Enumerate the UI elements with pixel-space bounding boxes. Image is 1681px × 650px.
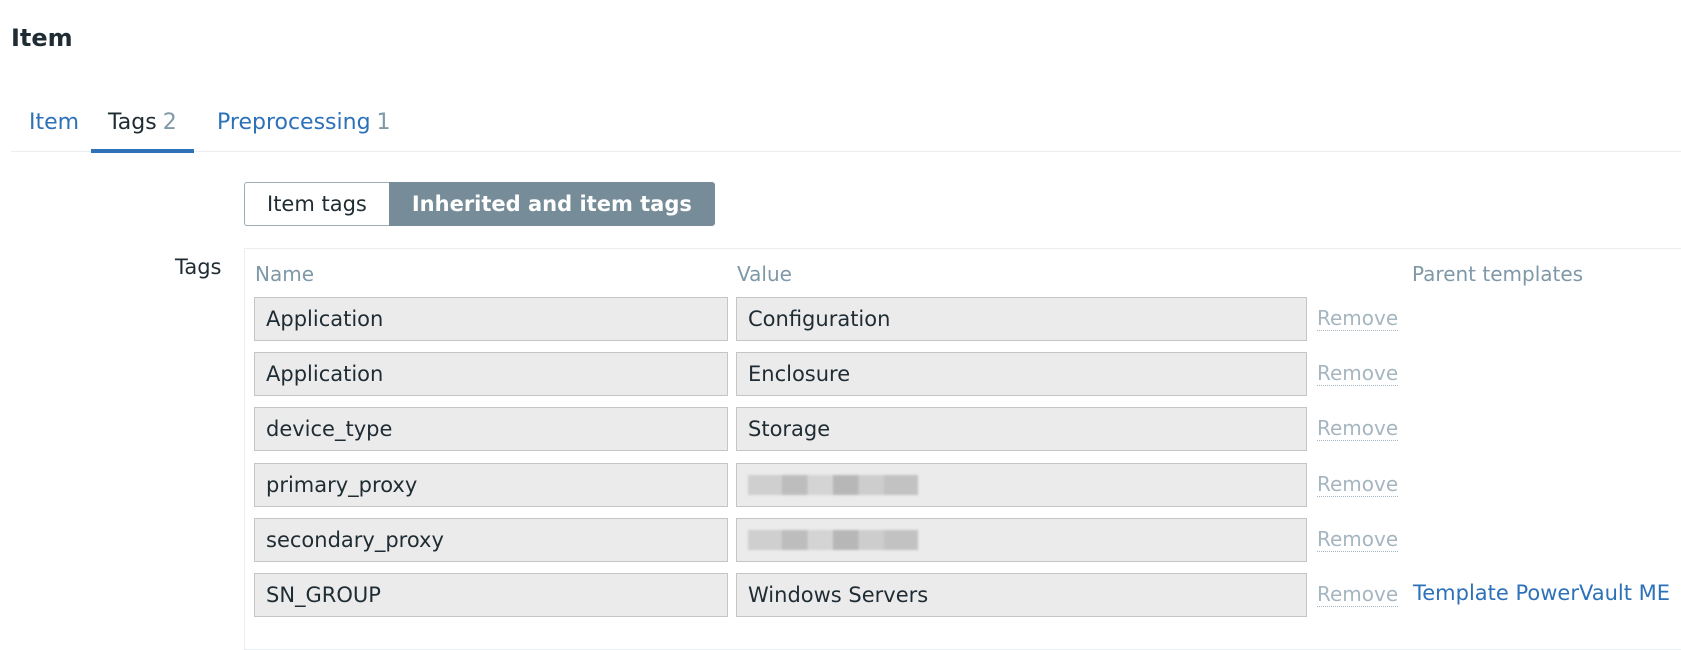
tag-value-field[interactable]: Storage (736, 407, 1307, 451)
tab-preprocessing[interactable]: Preprocessing 1 (207, 103, 401, 149)
tag-name-field[interactable]: SN_GROUP (254, 573, 728, 617)
tag-view-toggle: Item tags Inherited and item tags (244, 182, 715, 226)
inherited-tags-option[interactable]: Inherited and item tags (388, 182, 715, 226)
item-tags-option[interactable]: Item tags (244, 182, 389, 226)
tab-bar: Item Tags 2 Preprocessing 1 (11, 103, 1681, 153)
column-header-value: Value (737, 262, 792, 286)
tag-value-field[interactable] (736, 463, 1307, 507)
remove-tag-button[interactable]: Remove (1317, 527, 1399, 552)
remove-tag-button[interactable]: Remove (1317, 582, 1399, 607)
tag-name-field[interactable]: device_type (254, 407, 728, 451)
column-header-name: Name (255, 262, 315, 286)
redacted-value (748, 475, 918, 495)
tab-preprocessing-label: Preprocessing (217, 110, 371, 135)
tab-tags-count: 2 (162, 110, 177, 135)
tag-name-field[interactable]: Application (254, 297, 728, 341)
tab-tags-label: Tags (108, 110, 157, 135)
column-header-parent-templates: Parent templates (1412, 262, 1584, 286)
tag-value-field[interactable]: Configuration (736, 297, 1307, 341)
page-title: Item (11, 24, 73, 52)
tab-tags[interactable]: Tags 2 (91, 103, 194, 153)
tab-preprocessing-count: 1 (376, 110, 391, 135)
remove-tag-button[interactable]: Remove (1317, 306, 1399, 331)
tag-name-field[interactable]: secondary_proxy (254, 518, 728, 562)
remove-tag-button[interactable]: Remove (1317, 472, 1399, 497)
remove-tag-button[interactable]: Remove (1317, 416, 1399, 441)
tag-value-field[interactable] (736, 518, 1307, 562)
tab-item[interactable]: Item (11, 103, 97, 149)
tag-value-field[interactable]: Windows Servers (736, 573, 1307, 617)
tags-field-label: Tags (175, 255, 222, 279)
tag-name-field[interactable]: Application (254, 352, 728, 396)
tab-item-label: Item (29, 110, 80, 135)
tag-name-field[interactable]: primary_proxy (254, 463, 728, 507)
remove-tag-button[interactable]: Remove (1317, 361, 1399, 386)
redacted-value (748, 530, 918, 550)
parent-template-link[interactable]: Template PowerVault ME (1413, 581, 1670, 605)
tag-value-field[interactable]: Enclosure (736, 352, 1307, 396)
